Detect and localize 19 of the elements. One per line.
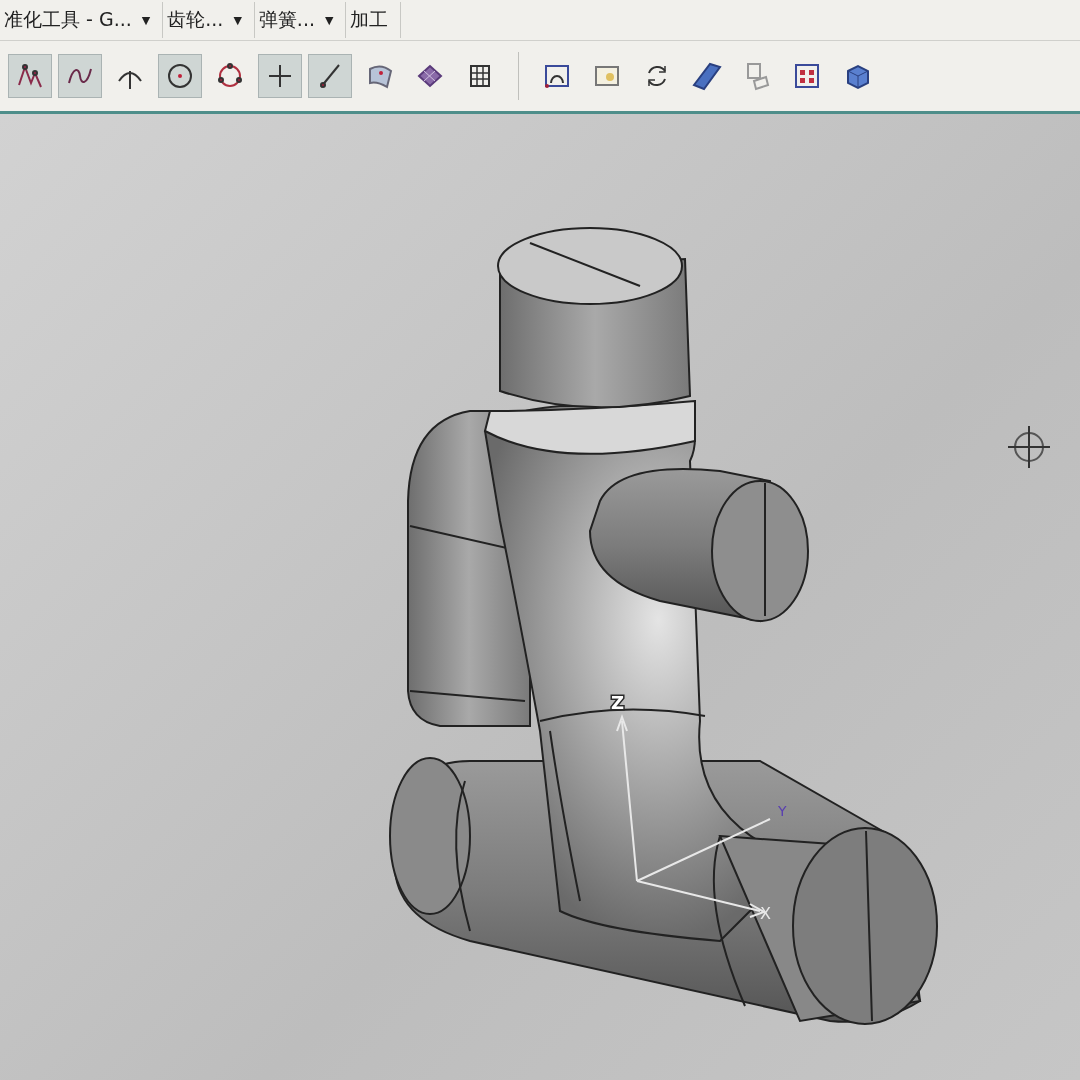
toolbar-button[interactable] <box>8 54 52 98</box>
toolbar-dropdown[interactable]: 齿轮... ▼ <box>163 2 255 38</box>
dropdown-arrow: ▼ <box>141 13 151 27</box>
toolbar-dropdown[interactable]: 加工 <box>346 2 402 38</box>
toolbar-button[interactable] <box>308 54 352 98</box>
x-axis-label: X <box>760 904 771 923</box>
y-axis-label: Y <box>778 803 787 819</box>
toolbar-button[interactable] <box>58 54 102 98</box>
dropdown-arrow: ▼ <box>324 13 334 27</box>
z-axis-label: Z <box>611 692 625 713</box>
toolbar-dropdown[interactable]: 准化工具 - G... ▼ <box>0 2 164 38</box>
block-icon <box>692 61 722 91</box>
toolbar-dropdown[interactable]: 弹簧... ▼ <box>254 2 347 38</box>
layout-icon <box>792 61 822 91</box>
circle-center-icon <box>165 61 195 91</box>
crosshair-cursor-icon <box>1006 424 1052 470</box>
toolbar-button[interactable] <box>258 54 302 98</box>
toolbar-button[interactable] <box>158 54 202 98</box>
dropdown-arrow: ▼ <box>233 13 242 27</box>
